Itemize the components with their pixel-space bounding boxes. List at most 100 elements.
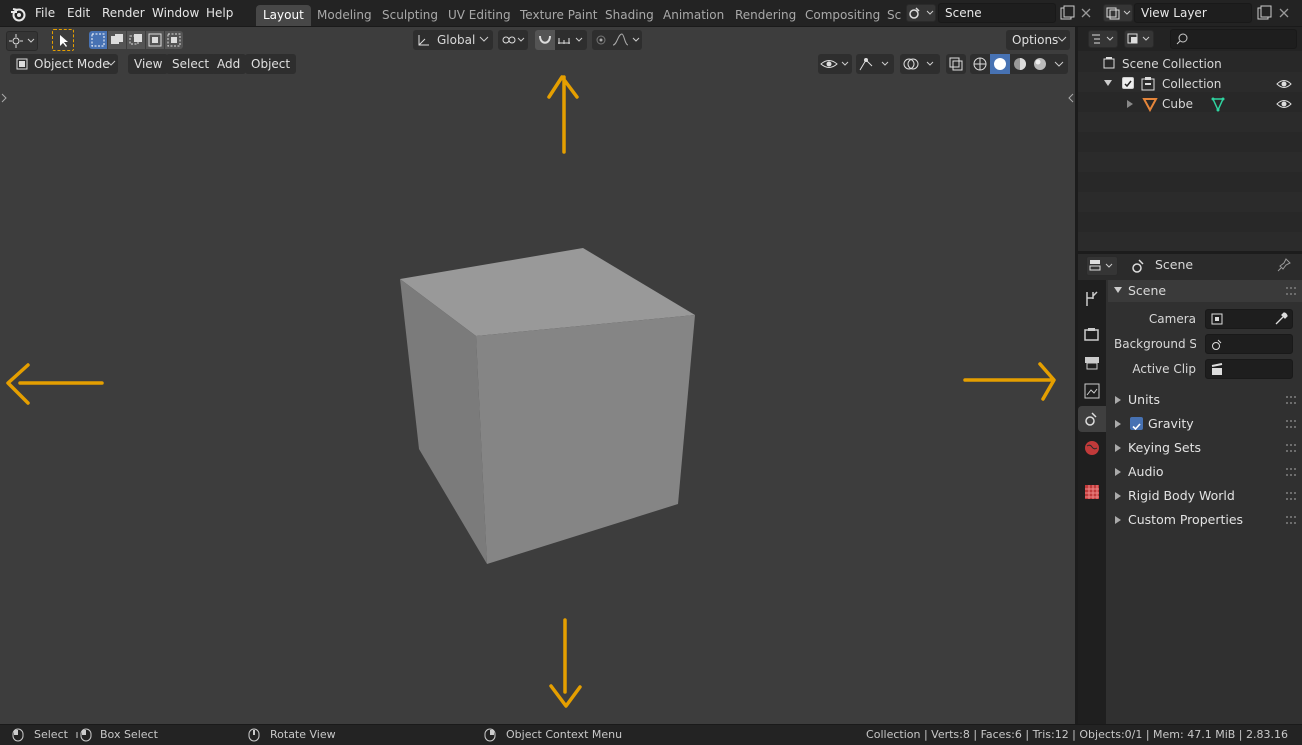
- pin-icon[interactable]: [1276, 257, 1292, 273]
- audio-label: Audio: [1128, 464, 1164, 479]
- custom-properties-label: Custom Properties: [1128, 512, 1244, 527]
- eyedropper-icon[interactable]: [1274, 312, 1288, 326]
- properties-context-label: Scene: [1155, 257, 1194, 272]
- tab-compositing[interactable]: Compositing: [798, 5, 887, 26]
- status-scene-stats: Collection | Verts:8 | Faces:6 | Tris:12…: [866, 728, 1288, 741]
- outliner-panel: Scene Collection Collection Cube: [1078, 27, 1302, 251]
- outliner-search-input[interactable]: [1170, 29, 1297, 49]
- active-clip-label: Active Clip: [1132, 362, 1196, 376]
- drag-handle-icon[interactable]: [1286, 444, 1296, 452]
- outliner-row-collection[interactable]: Collection: [1078, 74, 1302, 94]
- tab-output-icon[interactable]: [1081, 352, 1103, 374]
- delete-viewlayer-icon[interactable]: [1276, 4, 1292, 22]
- expand-triangle-icon[interactable]: [1126, 100, 1134, 108]
- tab-rendering[interactable]: Rendering: [728, 5, 803, 26]
- tab-world-icon[interactable]: [1081, 437, 1103, 459]
- tab-texture-paint[interactable]: Texture Paint: [513, 5, 604, 26]
- collection-icon: [1141, 77, 1155, 91]
- status-select-label: Select: [34, 728, 68, 741]
- blender-logo-icon[interactable]: [10, 6, 26, 22]
- camera-field[interactable]: [1205, 309, 1293, 329]
- scene-collection-icon: [1103, 57, 1115, 69]
- outliner-row-cube[interactable]: Cube: [1078, 94, 1302, 114]
- background-scene-label: Background Sc...: [1114, 337, 1196, 351]
- menu-file[interactable]: File: [35, 0, 55, 27]
- custom-properties-panel-header[interactable]: Custom Properties: [1108, 508, 1302, 532]
- tab-layout[interactable]: Layout: [256, 5, 311, 26]
- scene-panel-title: Scene: [1128, 283, 1167, 298]
- new-scene-icon[interactable]: [1058, 4, 1076, 22]
- menu-help[interactable]: Help: [206, 0, 233, 27]
- tab-uv-editing[interactable]: UV Editing: [441, 5, 518, 26]
- arrow-down-icon: [549, 618, 582, 708]
- status-context-menu-label: Object Context Menu: [506, 728, 623, 741]
- viewlayer-name-field[interactable]: View Layer: [1134, 3, 1252, 23]
- tab-scripting-truncated[interactable]: Sc: [880, 5, 908, 26]
- tab-view-layer-icon[interactable]: [1081, 380, 1103, 402]
- tab-render-icon[interactable]: [1081, 324, 1103, 346]
- scene-name-field[interactable]: Scene: [938, 3, 1056, 23]
- outliner-label: Collection: [1162, 77, 1222, 91]
- audio-panel-header[interactable]: Audio: [1108, 460, 1302, 484]
- drag-handle-icon[interactable]: [1286, 468, 1296, 476]
- drag-handle-icon[interactable]: [1286, 492, 1296, 500]
- active-clip-field[interactable]: [1205, 359, 1293, 379]
- scene-properties-panel: Scene Camera Background Sc... Active Cli…: [1106, 280, 1302, 724]
- mouse-right-icon: [484, 728, 496, 742]
- outliner-row-scene-collection[interactable]: Scene Collection: [1078, 54, 1302, 74]
- new-viewlayer-icon[interactable]: [1255, 4, 1273, 22]
- status-bar: Select Box Select Rotate View Object Con…: [0, 724, 1302, 745]
- panel-collapsed-icon: [1115, 396, 1121, 404]
- mesh-data-icon[interactable]: [1210, 96, 1226, 112]
- outliner-label: Scene Collection: [1122, 57, 1222, 71]
- eye-icon[interactable]: [1276, 97, 1292, 111]
- panel-collapsed-icon: [1115, 468, 1121, 476]
- expand-triangle-icon[interactable]: [1104, 80, 1112, 88]
- collection-checkbox[interactable]: [1122, 77, 1134, 89]
- tab-sculpting[interactable]: Sculpting: [375, 5, 445, 26]
- scene-panel-header[interactable]: Scene: [1108, 280, 1302, 302]
- tab-shading[interactable]: Shading: [598, 5, 661, 26]
- panel-collapsed-icon: [1115, 516, 1121, 524]
- gravity-panel-header[interactable]: Gravity: [1108, 412, 1302, 436]
- arrow-up-icon: [547, 75, 579, 154]
- units-panel-header[interactable]: Units: [1108, 388, 1302, 412]
- tab-texture-icon[interactable]: [1081, 481, 1103, 503]
- panel-expanded-icon: [1114, 287, 1122, 293]
- 3d-viewport[interactable]: Global Options Object Mode View Select A…: [0, 27, 1075, 724]
- panel-collapsed-icon: [1115, 420, 1121, 428]
- tab-animation[interactable]: Animation: [656, 5, 731, 26]
- scene-browse-button[interactable]: [906, 4, 936, 22]
- camera-label: Camera: [1148, 312, 1196, 326]
- status-rotate-view-label: Rotate View: [270, 728, 336, 741]
- menu-edit[interactable]: Edit: [67, 0, 90, 27]
- top-bar: File Edit Render Window Help Layout Mode…: [0, 0, 1302, 27]
- properties-editor-type-button[interactable]: [1086, 256, 1118, 276]
- menu-window[interactable]: Window: [152, 0, 199, 27]
- drag-handle-icon[interactable]: [1286, 420, 1296, 428]
- tab-tool-icon[interactable]: [1081, 288, 1103, 310]
- delete-scene-icon[interactable]: [1078, 4, 1094, 22]
- rigid-body-world-panel-header[interactable]: Rigid Body World: [1108, 484, 1302, 508]
- drag-handle-icon[interactable]: [1286, 287, 1296, 295]
- tab-scene-icon[interactable]: [1078, 406, 1106, 432]
- navigation-arrows: [6, 75, 1056, 708]
- background-scene-field[interactable]: [1205, 334, 1293, 354]
- scene-context-icon: [1132, 259, 1144, 273]
- mouse-left-icon: [12, 728, 24, 742]
- eye-icon[interactable]: [1276, 77, 1292, 91]
- viewlayer-browse-button[interactable]: [1103, 4, 1133, 22]
- tab-modeling[interactable]: Modeling: [310, 5, 379, 26]
- mouse-middle-icon: [248, 728, 260, 742]
- units-label: Units: [1128, 392, 1160, 407]
- keying-sets-panel-header[interactable]: Keying Sets: [1108, 436, 1302, 460]
- gravity-checkbox[interactable]: [1130, 417, 1143, 431]
- outliner-display-mode-button[interactable]: [1124, 30, 1154, 48]
- properties-tabs: [1078, 280, 1106, 724]
- drag-handle-icon[interactable]: [1286, 396, 1296, 404]
- status-box-select-label: Box Select: [100, 728, 158, 741]
- mesh-object-icon: [1142, 98, 1158, 112]
- menu-render[interactable]: Render: [102, 0, 145, 27]
- drag-handle-icon[interactable]: [1286, 516, 1296, 524]
- outliner-editor-type-button[interactable]: [1088, 30, 1118, 48]
